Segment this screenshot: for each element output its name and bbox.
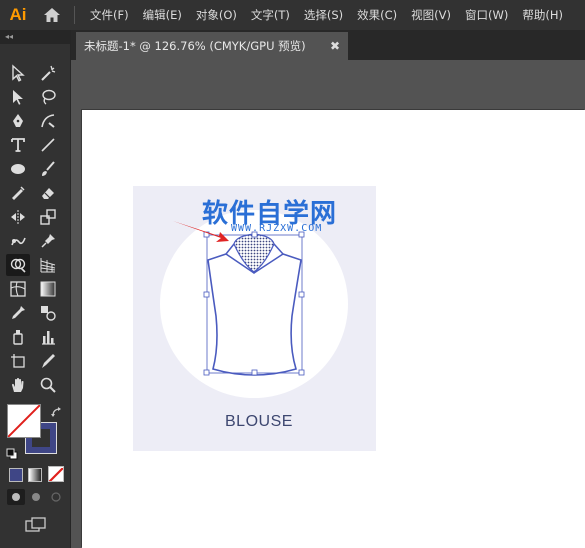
fill-swatch[interactable] bbox=[7, 404, 41, 438]
magic-wand-icon[interactable] bbox=[36, 62, 60, 84]
puppet-warp-icon[interactable] bbox=[6, 230, 30, 252]
column-graph-icon[interactable] bbox=[36, 326, 60, 348]
menu-help[interactable]: 帮助(H) bbox=[515, 7, 570, 23]
hand-tool-icon[interactable] bbox=[6, 374, 30, 396]
symbol-sprayer-icon[interactable] bbox=[6, 326, 30, 348]
blend-tool-icon[interactable] bbox=[36, 302, 60, 324]
menu-separator bbox=[74, 6, 75, 24]
menu-select[interactable]: 选择(S) bbox=[297, 7, 350, 23]
artboard-tool-icon[interactable] bbox=[6, 350, 30, 372]
draw-behind-icon[interactable] bbox=[28, 489, 44, 505]
tools-panel: ◂◂ bbox=[0, 30, 71, 548]
reflect-tool-icon[interactable] bbox=[6, 206, 30, 228]
menu-effect[interactable]: 效果(C) bbox=[350, 7, 404, 23]
shaper-tool-icon[interactable] bbox=[6, 182, 30, 204]
pin-icon[interactable] bbox=[36, 230, 60, 252]
zoom-tool-icon[interactable] bbox=[36, 374, 60, 396]
draw-inside-icon[interactable] bbox=[48, 489, 64, 505]
artwork-label: BLOUSE bbox=[225, 413, 293, 430]
eraser-icon[interactable] bbox=[36, 182, 60, 204]
menu-view[interactable]: 视图(V) bbox=[404, 7, 458, 23]
shape-builder-icon[interactable] bbox=[6, 254, 30, 276]
line-tool-icon[interactable] bbox=[36, 134, 60, 156]
toolbar-collapse[interactable]: ◂◂ bbox=[0, 30, 70, 44]
eyedropper-icon[interactable] bbox=[6, 302, 30, 324]
none-mode-icon[interactable] bbox=[48, 466, 64, 482]
swap-fill-stroke-icon[interactable] bbox=[50, 405, 64, 419]
slice-tool-icon[interactable] bbox=[36, 350, 60, 372]
pen-tool-icon[interactable] bbox=[6, 110, 30, 132]
menu-bar: Ai 文件(F) 编辑(E) 对象(O) 文字(T) 选择(S) 效果(C) 视… bbox=[0, 0, 585, 30]
home-icon[interactable] bbox=[36, 0, 68, 30]
close-icon[interactable]: ✖ bbox=[330, 39, 340, 53]
color-mode-icon[interactable] bbox=[9, 468, 23, 482]
gradient-tool-icon[interactable] bbox=[36, 278, 60, 300]
document-title: 未标题-1* @ 126.76% (CMYK/GPU 预览) bbox=[84, 39, 306, 53]
menu-object[interactable]: 对象(O) bbox=[189, 7, 244, 23]
mesh-tool-icon[interactable] bbox=[6, 278, 30, 300]
selection-tool-icon[interactable] bbox=[6, 62, 30, 84]
menu-edit[interactable]: 编辑(E) bbox=[136, 7, 189, 23]
document-tab-bar: 未标题-1* @ 126.76% (CMYK/GPU 预览) ✖ bbox=[71, 30, 585, 60]
scale-tool-icon[interactable] bbox=[36, 206, 60, 228]
lasso-icon[interactable] bbox=[36, 86, 60, 108]
default-colors-icon[interactable] bbox=[6, 445, 18, 460]
document-tab[interactable]: 未标题-1* @ 126.76% (CMYK/GPU 预览) ✖ bbox=[76, 32, 348, 60]
menu-window[interactable]: 窗口(W) bbox=[458, 7, 515, 23]
app-logo[interactable]: Ai bbox=[0, 0, 36, 30]
paintbrush-icon[interactable] bbox=[36, 158, 60, 180]
ellipse-tool-icon[interactable] bbox=[6, 158, 30, 180]
direct-selection-icon[interactable] bbox=[6, 86, 30, 108]
menu-file[interactable]: 文件(F) bbox=[83, 7, 136, 23]
watermark-url: WWW.RJZXW.COM bbox=[231, 223, 323, 234]
screen-mode-icon[interactable] bbox=[24, 516, 48, 534]
menu-type[interactable]: 文字(T) bbox=[244, 7, 297, 23]
curvature-icon[interactable] bbox=[36, 110, 60, 132]
type-tool-icon[interactable] bbox=[6, 134, 30, 156]
perspective-grid-icon[interactable] bbox=[36, 254, 60, 276]
gradient-mode-icon[interactable] bbox=[28, 468, 42, 482]
draw-normal-icon[interactable] bbox=[7, 489, 25, 505]
